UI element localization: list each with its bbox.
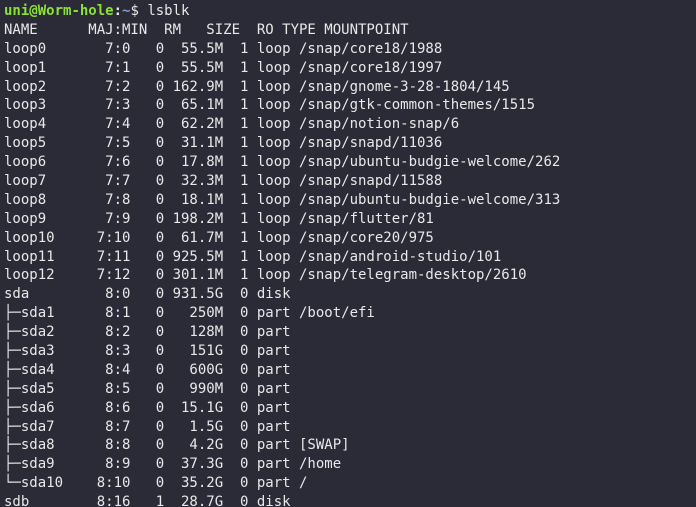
prompt-colon: : <box>114 3 122 19</box>
lsblk-row: ├─sda3 8:3 0 151G 0 part <box>4 342 692 361</box>
lsblk-row: loop1 7:1 0 55.5M 1 loop /snap/core18/19… <box>4 59 692 78</box>
terminal-output[interactable]: uni@Worm-hole:~$ lsblk NAME MAJ:MIN RM S… <box>0 0 696 507</box>
lsblk-row: ├─sda4 8:4 0 600G 0 part <box>4 361 692 380</box>
prompt-at: @ <box>29 3 37 19</box>
lsblk-row: loop7 7:7 0 32.3M 1 loop /snap/snapd/115… <box>4 172 692 191</box>
prompt-dollar: $ <box>130 3 147 19</box>
lsblk-row: loop2 7:2 0 162.9M 1 loop /snap/gnome-3-… <box>4 78 692 97</box>
lsblk-rows: loop0 7:0 0 55.5M 1 loop /snap/core18/19… <box>4 40 692 507</box>
lsblk-row: loop10 7:10 0 61.7M 1 loop /snap/core20/… <box>4 229 692 248</box>
lsblk-row: loop12 7:12 0 301.1M 1 loop /snap/telegr… <box>4 266 692 285</box>
lsblk-row: ├─sda2 8:2 0 128M 0 part <box>4 323 692 342</box>
lsblk-row: loop3 7:3 0 65.1M 1 loop /snap/gtk-commo… <box>4 96 692 115</box>
lsblk-row: ├─sda1 8:1 0 250M 0 part /boot/efi <box>4 304 692 323</box>
command-text: lsblk <box>147 3 189 19</box>
lsblk-row: sdb 8:16 1 28.7G 0 disk <box>4 493 692 507</box>
prompt-host: Worm-hole <box>38 3 114 19</box>
lsblk-row: loop0 7:0 0 55.5M 1 loop /snap/core18/19… <box>4 40 692 59</box>
lsblk-row: ├─sda9 8:9 0 37.3G 0 part /home <box>4 455 692 474</box>
lsblk-row: loop8 7:8 0 18.1M 1 loop /snap/ubuntu-bu… <box>4 191 692 210</box>
lsblk-row: └─sda10 8:10 0 35.2G 0 part / <box>4 474 692 493</box>
lsblk-row: ├─sda5 8:5 0 990M 0 part <box>4 380 692 399</box>
prompt-user: uni <box>4 3 29 19</box>
lsblk-header: NAME MAJ:MIN RM SIZE RO TYPE MOUNTPOINT <box>4 22 409 38</box>
lsblk-row: sda 8:0 0 931.5G 0 disk <box>4 285 692 304</box>
lsblk-row: loop9 7:9 0 198.2M 1 loop /snap/flutter/… <box>4 210 692 229</box>
lsblk-row: ├─sda6 8:6 0 15.1G 0 part <box>4 399 692 418</box>
lsblk-row: loop6 7:6 0 17.8M 1 loop /snap/ubuntu-bu… <box>4 153 692 172</box>
lsblk-row: ├─sda8 8:8 0 4.2G 0 part [SWAP] <box>4 436 692 455</box>
prompt-line: uni@Worm-hole:~$ lsblk <box>4 3 189 19</box>
lsblk-row: loop5 7:5 0 31.1M 1 loop /snap/snapd/110… <box>4 134 692 153</box>
lsblk-row: loop11 7:11 0 925.5M 1 loop /snap/androi… <box>4 248 692 267</box>
lsblk-row: loop4 7:4 0 62.2M 1 loop /snap/notion-sn… <box>4 115 692 134</box>
lsblk-row: ├─sda7 8:7 0 1.5G 0 part <box>4 418 692 437</box>
